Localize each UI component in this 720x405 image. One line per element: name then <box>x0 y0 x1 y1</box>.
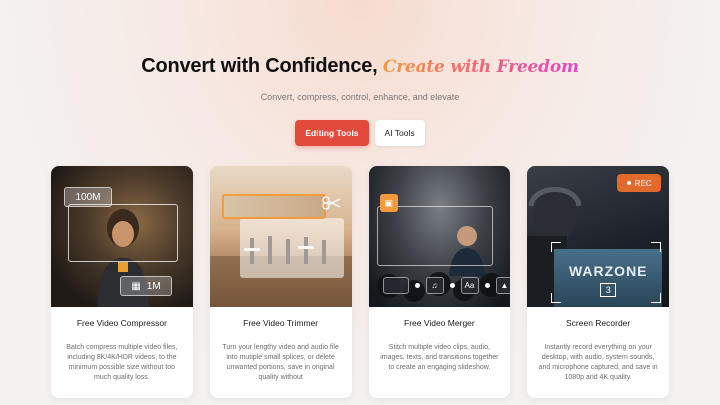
merge-chips: ♫ Aa ▲ <box>382 277 511 294</box>
tab-editing-tools[interactable]: Editing Tools <box>295 120 369 146</box>
card-title: Free Video Merger <box>404 318 475 328</box>
merge-badge-icon: ▣ <box>379 194 398 212</box>
capture-corner <box>651 242 662 252</box>
text-chip: Aa <box>460 277 479 294</box>
tool-cards: 100M ▦ 1M Free Video Compressor Batch co… <box>51 166 669 398</box>
scissors-icon <box>322 196 341 210</box>
tab-ai-tools[interactable]: AI Tools <box>374 120 425 146</box>
rec-badge: REC <box>617 174 662 192</box>
card-video-merger[interactable]: ▣ ♫ Aa ▲ Free Video Merger Stitch multip… <box>368 166 511 398</box>
card-description: Stitch multiple video clips, audio, imag… <box>380 344 499 371</box>
card-description: Turn your lengthy video and audio file i… <box>222 344 339 381</box>
capture-corner <box>651 293 662 303</box>
connector-dot <box>484 283 490 288</box>
tool-tabs: Editing Tools AI Tools <box>0 120 720 146</box>
trim-timeline <box>221 194 326 219</box>
card-title: Free Video Trimmer <box>243 318 319 328</box>
music-note-icon: ♫ <box>425 277 444 294</box>
page-title: Convert with Confidence, Create with Fre… <box>0 55 720 78</box>
record-dot-icon <box>626 181 631 185</box>
game-number: 3 <box>600 283 617 297</box>
headline-accent: Create with Freedom <box>382 57 579 77</box>
trimmer-thumbnail <box>209 166 352 307</box>
preview-panel <box>239 218 344 278</box>
compress-frame <box>68 204 178 262</box>
page-subtitle: Convert, compress, control, enhance, and… <box>260 92 460 102</box>
card-video-trimmer[interactable]: Free Video Trimmer Turn your lengthy vid… <box>209 166 352 398</box>
game-title: WARZONE <box>568 263 648 279</box>
game-screen: WARZONE 3 <box>554 249 663 307</box>
compress-icon: ▦ <box>131 280 141 292</box>
card-screen-recorder[interactable]: REC WARZONE 3 Screen Recorder Instantly … <box>527 166 669 398</box>
image-icon: ▲ <box>495 277 511 294</box>
merge-frame <box>376 206 493 266</box>
card-title: Free Video Compressor <box>76 318 167 328</box>
size-before-label: 100M <box>64 187 112 207</box>
card-description: Instantly record everything on your desk… <box>538 344 658 381</box>
card-title: Screen Recorder <box>565 318 631 328</box>
capture-corner <box>551 293 562 303</box>
compressor-thumbnail: 100M ▦ 1M <box>51 166 193 307</box>
size-after-label: ▦ 1M <box>120 276 172 296</box>
card-description: Batch compress multiple video files, inc… <box>66 344 178 381</box>
connector-dot <box>414 283 420 288</box>
video-clip-chip <box>382 277 409 294</box>
capture-corner <box>551 242 562 252</box>
headline-main: Convert with Confidence, <box>141 55 378 77</box>
connector-dot <box>449 283 455 288</box>
merger-thumbnail: ▣ ♫ Aa ▲ <box>368 166 511 307</box>
card-video-compressor[interactable]: 100M ▦ 1M Free Video Compressor Batch co… <box>51 166 193 398</box>
recorder-thumbnail: REC WARZONE 3 <box>527 166 669 307</box>
